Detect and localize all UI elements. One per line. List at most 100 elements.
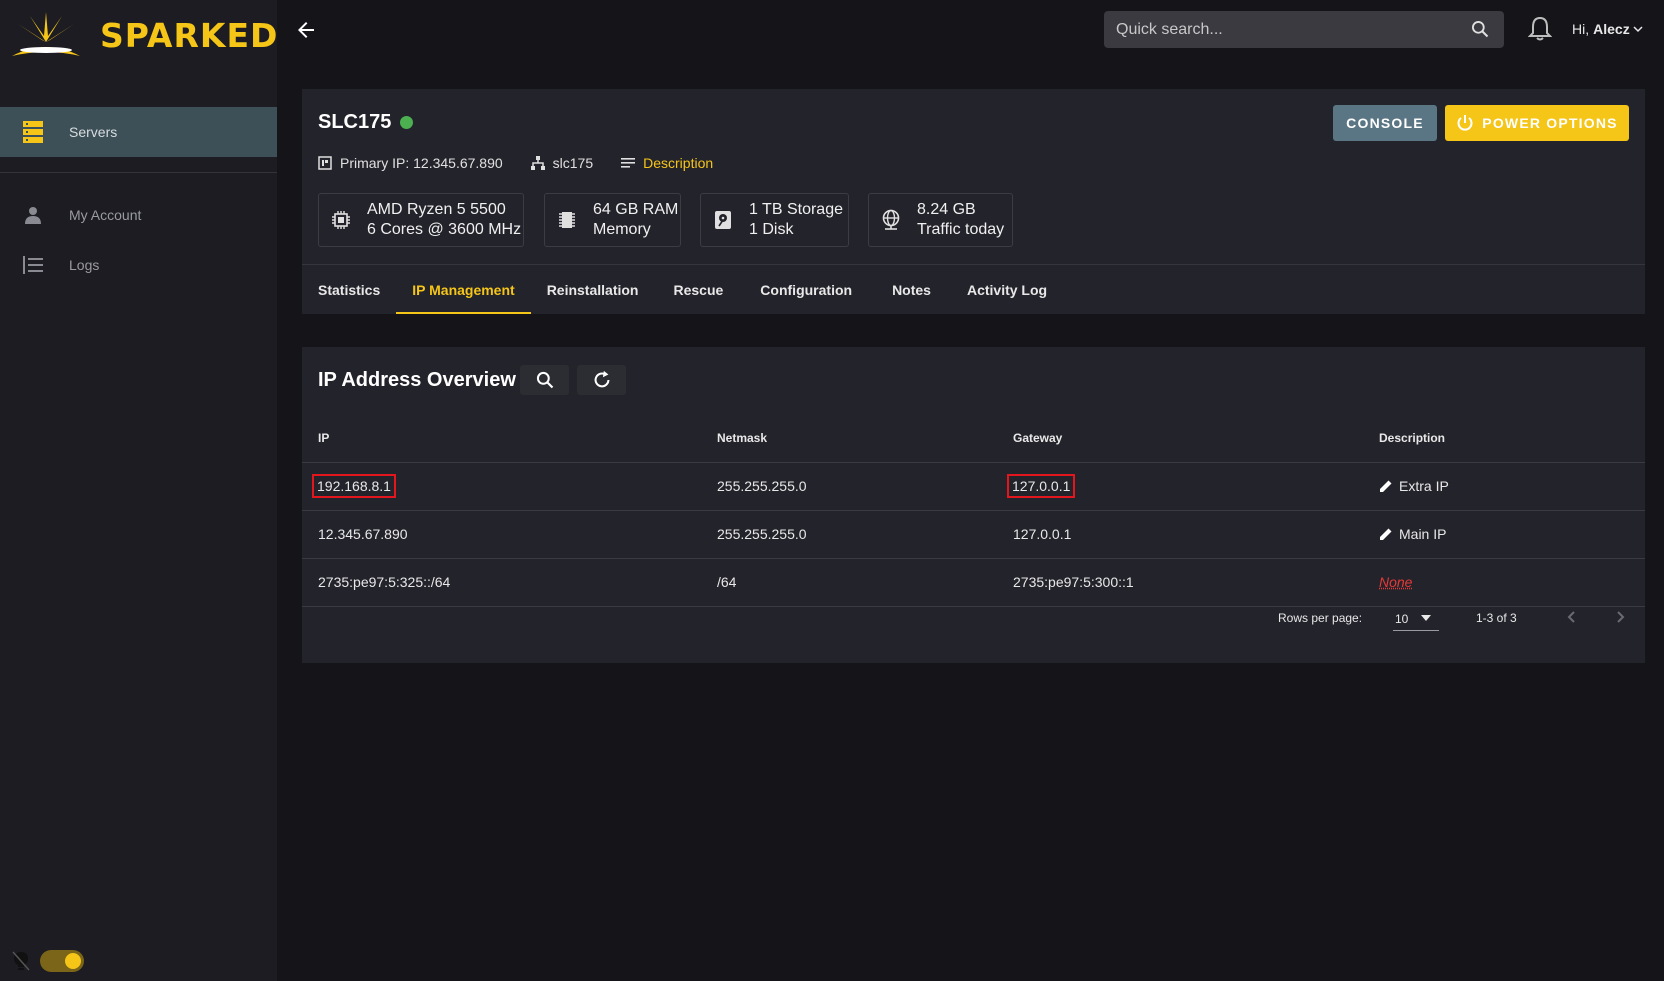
caret-down-icon	[1421, 615, 1431, 621]
username: Alecz	[1593, 21, 1630, 37]
quick-search[interactable]	[1104, 11, 1504, 48]
netmask-cell: 255.255.255.0	[701, 510, 997, 559]
spec-line2: Memory	[593, 221, 651, 238]
spec-line1: 8.24 GB	[917, 201, 976, 218]
rows-per-page-select[interactable]: 10	[1393, 607, 1439, 631]
power-options-button[interactable]: POWER OPTIONS	[1445, 105, 1629, 141]
primary-ip-text: Primary IP: 12.345.67.890	[340, 155, 503, 171]
page-range: 1-3 of 3	[1476, 611, 1517, 625]
table-header-row: IP Netmask Gateway Description	[302, 414, 1645, 463]
sidebar: SPARKED Servers My Account Logs	[0, 0, 277, 981]
spec-cpu: AMD Ryzen 5 5500 6 Cores @ 3600 MHz	[318, 193, 524, 247]
spec-line2: Traffic today	[917, 221, 1005, 238]
column-header-netmask[interactable]: Netmask	[701, 414, 997, 463]
hostname: slc175	[530, 155, 594, 171]
memory-icon	[555, 210, 579, 230]
description[interactable]: Description	[621, 155, 713, 171]
search-input[interactable]	[1116, 20, 1456, 39]
chevron-right-icon[interactable]	[1610, 607, 1630, 627]
spec-line1: AMD Ryzen 5 5500	[367, 201, 506, 218]
user-menu[interactable]: Hi, Alecz	[1572, 21, 1643, 37]
table-row: 192.168.8.1 255.255.255.0 127.0.0.1 Extr…	[302, 462, 1645, 511]
table-row: 12.345.67.890 255.255.255.0 127.0.0.1 Ma…	[302, 510, 1645, 559]
server-tabs: Statistics IP Management Reinstallation …	[302, 265, 1063, 314]
column-header-ip[interactable]: IP	[302, 414, 701, 463]
rows-per-page-label: Rows per page:	[1278, 611, 1363, 625]
section-title: IP Address Overview	[318, 369, 516, 391]
greeting: Hi,	[1572, 21, 1590, 37]
pencil-icon[interactable]	[1379, 479, 1393, 493]
sun-palm-logo-icon	[12, 12, 80, 56]
harddisk-icon	[711, 210, 735, 230]
ip-table: IP Netmask Gateway Description 192.168.8…	[302, 414, 1645, 607]
gateway-cell: 127.0.0.1	[997, 510, 1363, 559]
column-header-description[interactable]: Description	[1363, 414, 1645, 463]
refresh-icon	[594, 370, 609, 388]
chevron-down-icon	[1633, 26, 1643, 33]
pagination: Rows per page: 10 1-3 of 3	[302, 597, 1645, 637]
spec-line1: 64 GB RAM	[593, 201, 679, 218]
search-icon	[536, 371, 553, 389]
spec-memory: 64 GB RAM Memory	[544, 193, 681, 247]
ip-cell: 192.168.8.1	[312, 474, 396, 498]
ip-icon	[318, 156, 332, 170]
status-dot	[400, 116, 414, 129]
description-link[interactable]: Description	[643, 155, 713, 171]
pencil-icon[interactable]	[1379, 527, 1393, 541]
power-options-label: POWER OPTIONS	[1482, 115, 1618, 131]
spec-line1: 1 TB Storage	[749, 201, 843, 218]
search-button[interactable]	[520, 365, 569, 395]
search-icon[interactable]	[1470, 19, 1490, 39]
console-button[interactable]: CONSOLE	[1333, 105, 1437, 141]
server-card: SLC175 CONSOLE POWER OPTIONS Primary IP:…	[302, 89, 1645, 314]
description-cell[interactable]: Main IP	[1379, 526, 1645, 542]
spec-storage: 1 TB Storage 1 Disk	[700, 193, 849, 247]
description-cell[interactable]: Extra IP	[1379, 478, 1645, 494]
bell-icon[interactable]	[1528, 16, 1552, 42]
chevron-left-icon[interactable]	[1562, 607, 1582, 627]
hostname-text: slc175	[552, 155, 594, 171]
tab-ip-management[interactable]: IP Management	[396, 265, 532, 314]
tab-statistics[interactable]: Statistics	[302, 265, 396, 314]
description-none[interactable]: None	[1379, 574, 1412, 590]
back-arrow-icon[interactable]	[294, 18, 318, 42]
page-title: SLC175	[318, 111, 414, 134]
toggle-knob	[65, 953, 81, 969]
power-icon	[1457, 115, 1473, 131]
gateway-cell: 127.0.0.1	[1006, 474, 1076, 498]
tab-notes[interactable]: Notes	[872, 265, 951, 314]
tab-rescue[interactable]: Rescue	[654, 265, 742, 314]
tab-configuration[interactable]: Configuration	[742, 265, 872, 314]
sidebar-item-label: Servers	[69, 124, 118, 140]
spec-traffic: 8.24 GB Traffic today	[868, 193, 1013, 247]
bulb-off-icon	[12, 951, 30, 971]
rows-per-page-value: 10	[1395, 611, 1409, 626]
netmask-cell: 255.255.255.0	[701, 462, 997, 511]
theme-toggle[interactable]	[12, 950, 84, 972]
tab-activity-log[interactable]: Activity Log	[951, 265, 1063, 314]
brand-logo[interactable]: SPARKED	[8, 10, 278, 60]
sidebar-item-my-account[interactable]: My Account	[0, 190, 277, 240]
sidebar-item-logs[interactable]: Logs	[0, 240, 277, 290]
brand-name: SPARKED	[100, 15, 279, 55]
tab-reinstallation[interactable]: Reinstallation	[531, 265, 655, 314]
sidebar-item-label: My Account	[69, 207, 142, 223]
person-icon	[22, 204, 44, 226]
server-stack-icon	[22, 121, 44, 143]
sidebar-item-label: Logs	[69, 257, 100, 273]
ip-cell: 12.345.67.890	[302, 510, 701, 559]
server-meta: Primary IP: 12.345.67.890 slc175 Descrip…	[318, 155, 741, 171]
description-text: Main IP	[1399, 526, 1447, 542]
description-text: Extra IP	[1399, 478, 1449, 494]
network-icon	[530, 156, 545, 170]
globe-icon	[879, 209, 903, 231]
toggle-track[interactable]	[40, 950, 84, 972]
sidebar-item-servers[interactable]: Servers	[0, 107, 277, 157]
refresh-button[interactable]	[577, 365, 626, 395]
spec-line2: 1 Disk	[749, 221, 794, 238]
text-lines-icon	[621, 157, 636, 169]
spec-line2: 6 Cores @ 3600 MHz	[367, 221, 522, 238]
ip-overview-card: IP Address Overview IP Netmask Gateway D…	[302, 347, 1645, 663]
cpu-icon	[329, 210, 353, 230]
column-header-gateway[interactable]: Gateway	[997, 414, 1363, 463]
